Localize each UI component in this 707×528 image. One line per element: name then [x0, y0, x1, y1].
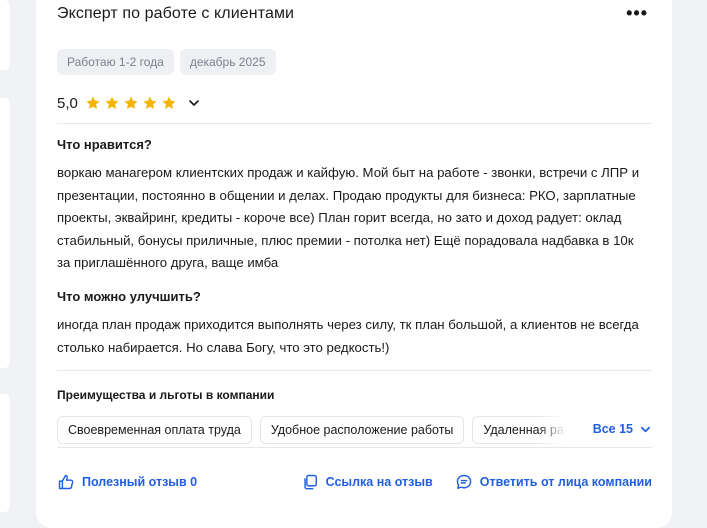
- tag-experience: Работаю 1-2 года: [57, 49, 174, 75]
- review-tags: Работаю 1-2 года декабрь 2025: [57, 49, 276, 75]
- show-all-label: Все 15: [592, 422, 633, 436]
- benefit-chip[interactable]: Своевременная оплата труда: [57, 416, 252, 444]
- adjacent-card-edge: [0, 98, 10, 368]
- show-all-benefits-button[interactable]: Все 15: [578, 422, 652, 436]
- stars: [85, 95, 177, 111]
- tag-date: декабрь 2025: [179, 49, 276, 75]
- reply-as-company-button[interactable]: Ответить от лица компании: [455, 473, 652, 491]
- star-icon: [105, 96, 119, 109]
- useful-review-button[interactable]: Полезный отзыв 0: [57, 473, 197, 491]
- star-icon: [162, 96, 176, 109]
- likes-text: воркаю манагером клиентских продаж и кай…: [57, 165, 640, 270]
- divider: [57, 370, 652, 371]
- benefit-chip[interactable]: Удаленная работа: [472, 416, 567, 444]
- review-card: Эксперт по работе с клиентами ••• Работа…: [36, 0, 672, 528]
- divider: [57, 123, 652, 124]
- benefits-title: Преимущества и льготы в компании: [57, 388, 275, 402]
- adjacent-card-edge: [0, 0, 10, 70]
- improve-title: Что можно улучшить?: [57, 289, 201, 304]
- chevron-down-icon[interactable]: [187, 96, 201, 110]
- star-icon: [143, 96, 157, 109]
- adjacent-card-edge: [0, 394, 10, 512]
- review-footer: Полезный отзыв 0 Ссылка на отзыв Ответит…: [57, 471, 652, 493]
- improve-text: иногда план продаж приходится выполнять …: [57, 317, 639, 355]
- likes-title: Что нравится?: [57, 137, 152, 152]
- divider: [57, 447, 652, 448]
- copy-link-button[interactable]: Ссылка на отзыв: [301, 473, 433, 491]
- star-icon: [124, 96, 138, 109]
- reply-as-company-label: Ответить от лица компании: [479, 475, 652, 489]
- more-icon[interactable]: •••: [626, 3, 648, 24]
- copy-link-label: Ссылка на отзыв: [325, 475, 433, 489]
- copy-link-icon: [303, 474, 317, 490]
- benefit-chip[interactable]: Удобное расположение работы: [259, 416, 465, 444]
- star-icon: [86, 96, 100, 109]
- chevron-down-icon: [640, 426, 651, 432]
- review-header: Эксперт по работе с клиентами •••: [57, 3, 652, 27]
- benefits-chips: Своевременная оплата труда Удобное распо…: [57, 416, 652, 444]
- chat-icon: [456, 474, 472, 490]
- job-title: Эксперт по работе с клиентами: [57, 5, 295, 22]
- useful-review-label: Полезный отзыв 0: [82, 475, 198, 489]
- rating-value: 5,0: [57, 94, 78, 112]
- thumbs-up-icon: [58, 474, 74, 490]
- rating-row: 5,0: [57, 92, 201, 114]
